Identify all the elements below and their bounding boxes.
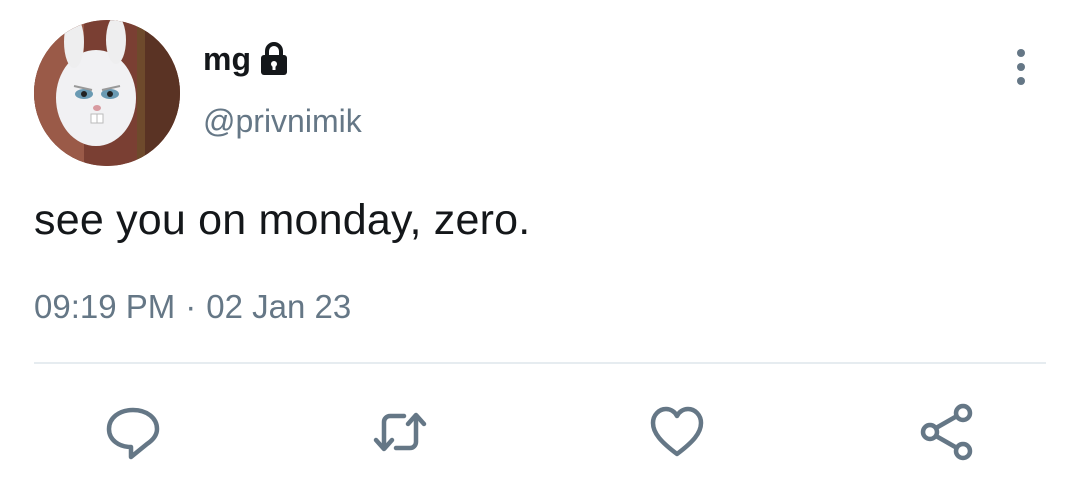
reply-icon — [106, 407, 160, 460]
lock-icon — [259, 40, 289, 78]
author-handle[interactable]: @privnimik — [203, 101, 362, 141]
timestamp-separator: · — [185, 288, 197, 325]
tweet-text: see you on monday, zero. — [34, 196, 531, 244]
like-button[interactable] — [647, 400, 707, 464]
share-button[interactable] — [918, 400, 978, 464]
share-icon — [920, 403, 973, 461]
divider — [34, 362, 1046, 364]
tweet-time: 09:19 PM — [34, 288, 176, 325]
retweet-button[interactable] — [370, 400, 430, 464]
more-options-icon[interactable] — [1008, 46, 1034, 88]
heart-icon — [650, 406, 704, 457]
avatar[interactable] — [34, 20, 180, 166]
retweet-icon — [373, 412, 427, 452]
avatar-white-rabbit-icon — [34, 20, 180, 166]
tweet-actions-bar — [0, 400, 1080, 464]
tweet-date: 02 Jan 23 — [206, 288, 352, 325]
tweet-timestamp[interactable]: 09:19 PM · 02 Jan 23 — [34, 285, 351, 329]
reply-button[interactable] — [103, 400, 163, 464]
display-name-text: mg — [203, 41, 251, 77]
author-display-name[interactable]: mg — [203, 39, 289, 79]
